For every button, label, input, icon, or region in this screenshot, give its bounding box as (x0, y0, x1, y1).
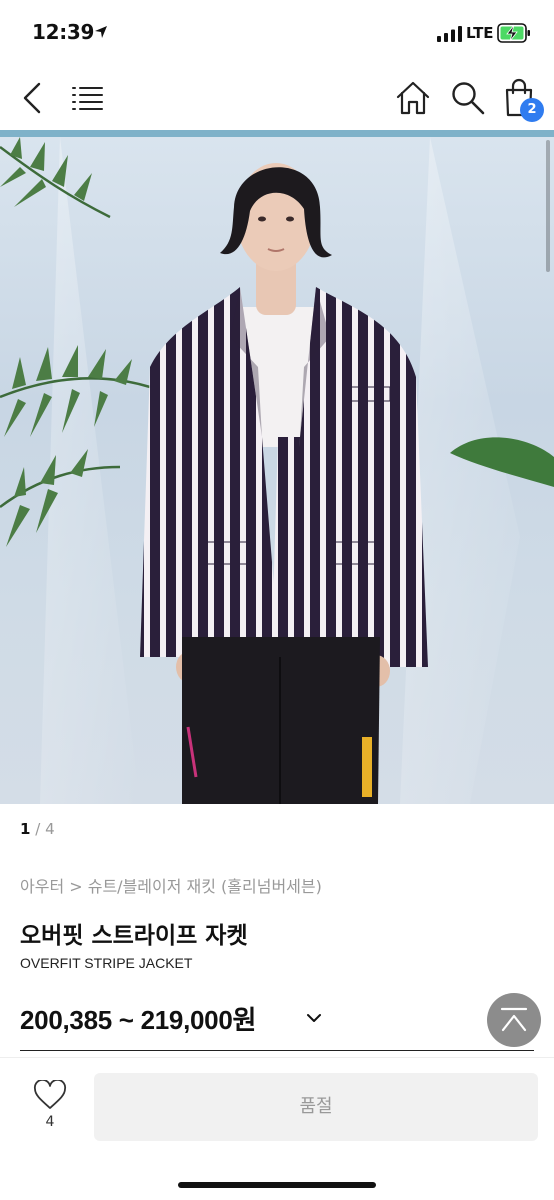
image-counter-current: 1 (20, 820, 31, 838)
home-icon[interactable] (394, 80, 432, 116)
heart-icon (33, 1080, 67, 1109)
network-type: LTE (466, 24, 494, 42)
image-counter: 1 / 4 (20, 820, 55, 838)
product-image[interactable] (0, 137, 554, 804)
like-count: 4 (45, 1114, 55, 1130)
image-counter-separator: / (35, 820, 41, 838)
price-divider (20, 1050, 534, 1051)
price-toggle[interactable]: 200,385 ~ 219,000원 (20, 1000, 321, 1040)
location-arrow-icon (95, 26, 107, 38)
scroll-to-top-button[interactable] (487, 993, 541, 1047)
image-counter-total: 4 (45, 820, 55, 838)
bottom-action-bar: 4 품절 (0, 1057, 554, 1200)
nav-bar (0, 66, 554, 130)
arrow-up-icon (500, 1007, 528, 1032)
product-subtitle: OVERFIT STRIPE JACKET (20, 955, 193, 971)
like-button[interactable]: 4 (24, 1080, 76, 1144)
status-bar: 12:39 LTE (0, 0, 554, 66)
price-range: 200,385 ~ 219,000원 (20, 1005, 257, 1035)
scroll-indicator (546, 140, 550, 272)
search-icon[interactable] (450, 80, 486, 116)
header-divider (0, 130, 554, 137)
soldout-button[interactable]: 품절 (94, 1073, 538, 1141)
signal-icon (437, 26, 462, 42)
status-time: 12:39 (32, 20, 95, 44)
category-breadcrumb[interactable]: 아우터 > 슈트/블레이저 재킷 (홀리넘버세븐) (20, 873, 322, 897)
menu-list-icon[interactable] (70, 84, 104, 112)
battery-charging-icon (497, 23, 530, 43)
chevron-down-icon (307, 1014, 321, 1022)
cart-count-badge: 2 (520, 98, 544, 122)
product-photo (0, 137, 554, 804)
home-indicator (178, 1182, 376, 1188)
product-title: 오버핏 스트라이프 자켓 (20, 923, 248, 949)
back-chevron-icon[interactable] (18, 80, 48, 116)
